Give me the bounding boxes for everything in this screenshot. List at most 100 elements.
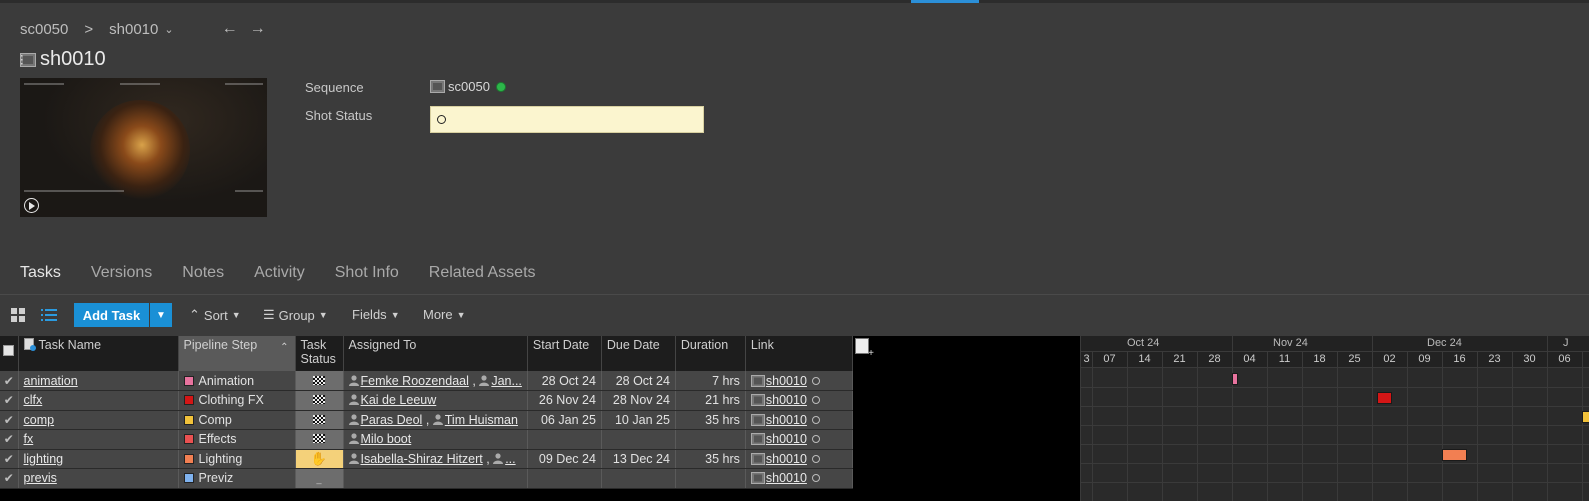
pipeline-step-cell[interactable]: Lighting [178,449,296,469]
col-duration[interactable]: Duration [675,336,746,371]
task-status-cell[interactable]: _ [295,468,344,489]
col-due-date[interactable]: Due Date [601,336,676,371]
row-check-cell[interactable]: ✔ [0,371,19,391]
shot-link[interactable]: sh0010 [766,471,807,485]
due-date-cell[interactable]: 28 Nov 24 [601,390,676,411]
row-check-cell[interactable]: ✔ [0,429,19,450]
row-check-cell[interactable]: ✔ [0,410,19,430]
col-pipeline-step[interactable]: Pipeline Step ⌃ [178,336,296,371]
task-name-cell[interactable]: clfx [18,390,179,411]
link-cell[interactable]: sh0010 [745,390,853,411]
shot-link[interactable]: sh0010 [766,432,807,446]
sort-button[interactable]: ⌃ Sort ▼ [189,307,241,323]
task-name-cell[interactable]: lighting [18,449,179,469]
start-date-cell[interactable]: 06 Jan 25 [527,410,602,430]
task-status-cell[interactable] [295,390,344,411]
assignee-link[interactable]: Paras Deol [361,413,423,427]
pipeline-step-cell[interactable]: Previz [178,468,296,489]
duration-cell[interactable]: 21 hrs [675,390,746,411]
duration-cell[interactable]: 35 hrs [675,410,746,430]
col-assigned-to[interactable]: Assigned To [343,336,528,371]
tab-versions[interactable]: Versions [91,264,152,282]
assignee-link[interactable]: Isabella-Shiraz Hitzert [361,452,483,466]
link-cell[interactable]: sh0010 [745,410,853,430]
start-date-cell[interactable] [527,468,602,489]
add-task-button[interactable]: Add Task [74,303,149,327]
shot-link[interactable]: sh0010 [766,393,807,407]
assigned-to-cell[interactable]: Paras Deol , Tim Huisman [343,410,528,430]
shot-link[interactable]: sh0010 [766,452,807,466]
pipeline-step-cell[interactable]: Comp [178,410,296,430]
play-icon[interactable] [24,198,39,213]
assigned-to-cell[interactable]: Milo boot [343,429,528,450]
tab-shot-info[interactable]: Shot Info [335,264,399,282]
task-name-link[interactable]: lighting [24,452,64,466]
table-row[interactable]: ✔ comp Comp Paras Deol , Tim Huisman 06 Jan … [0,410,853,430]
gantt-task-bar[interactable] [1582,411,1589,423]
assignee-link[interactable]: Tim Huisman [445,413,518,427]
start-date-cell[interactable] [527,429,602,450]
shot-thumbnail[interactable] [20,78,267,217]
row-check-cell[interactable]: ✔ [0,390,19,411]
pipeline-step-cell[interactable]: Effects [178,429,296,450]
due-date-cell[interactable] [601,429,676,450]
assignee-link[interactable]: Jan... [491,374,522,388]
link-cell[interactable]: sh0010 [745,429,853,450]
link-cell[interactable]: sh0010 [745,449,853,469]
due-date-cell[interactable] [601,468,676,489]
assignee-link[interactable]: Kai de Leeuw [361,393,437,407]
add-task-dropdown[interactable]: ▼ [150,303,172,327]
assigned-to-cell[interactable]: Femke Roozendaal , Jan... [343,371,528,391]
duration-cell[interactable]: 7 hrs [675,371,746,391]
task-name-link[interactable]: fx [24,432,34,446]
table-row[interactable]: ✔ fx Effects Milo boot sh0010 [0,429,853,450]
link-cell[interactable]: sh0010 [745,468,853,489]
table-row[interactable]: ✔ animation Animation Femke Roozendaal , Ja… [0,371,853,391]
start-date-cell[interactable]: 09 Dec 24 [527,449,602,469]
tab-activity[interactable]: Activity [254,264,305,282]
gantt-task-bar[interactable] [1232,373,1238,385]
task-status-cell[interactable] [295,410,344,430]
gantt-task-bar[interactable] [1377,392,1392,404]
breadcrumb-sequence[interactable]: sc0050 [20,21,68,38]
tab-tasks[interactable]: Tasks [20,264,61,282]
shot-link[interactable]: sh0010 [766,413,807,427]
sequence-value[interactable]: sc0050 [430,79,506,94]
tab-related-assets[interactable]: Related Assets [429,264,536,282]
task-status-cell[interactable] [295,429,344,450]
task-name-cell[interactable]: fx [18,429,179,450]
assignee-link[interactable]: ... [505,452,515,466]
shot-status-field[interactable] [430,106,704,133]
col-link[interactable]: Link [745,336,853,371]
grid-view-icon[interactable] [11,308,25,322]
row-check-cell[interactable]: ✔ [0,468,19,489]
row-check-cell[interactable]: ✔ [0,449,19,469]
duration-cell[interactable]: 35 hrs [675,449,746,469]
task-status-cell[interactable]: ✋ [295,449,344,469]
shot-link[interactable]: sh0010 [766,374,807,388]
assigned-to-cell[interactable] [343,468,528,489]
select-all-checkbox[interactable] [3,345,14,356]
col-task-status[interactable]: Task Status [295,336,344,371]
assignee-link[interactable]: Milo boot [361,432,412,446]
gantt-task-bar[interactable] [1442,449,1467,461]
duration-cell[interactable] [675,468,746,489]
due-date-cell[interactable]: 10 Jan 25 [601,410,676,430]
start-date-cell[interactable]: 26 Nov 24 [527,390,602,411]
forward-arrow-icon[interactable]: → [250,20,266,38]
back-arrow-icon[interactable]: ← [222,20,238,38]
fields-button[interactable]: Fields ▼ [352,307,400,322]
sequence-value-text[interactable]: sc0050 [448,79,490,94]
assigned-to-cell[interactable]: Isabella-Shiraz Hitzert , ... [343,449,528,469]
task-name-cell[interactable]: animation [18,371,179,391]
table-row[interactable]: ✔ clfx Clothing FX Kai de Leeuw 26 Nov 24 28 … [0,390,853,411]
due-date-cell[interactable]: 13 Dec 24 [601,449,676,469]
assigned-to-cell[interactable]: Kai de Leeuw [343,390,528,411]
breadcrumb-shot[interactable]: sh0010 [109,21,158,38]
col-start-date[interactable]: Start Date [527,336,602,371]
list-view-icon[interactable] [41,308,57,322]
tab-notes[interactable]: Notes [182,264,224,282]
duration-cell[interactable] [675,429,746,450]
task-name-link[interactable]: animation [24,374,78,388]
chevron-down-icon[interactable]: ⌄ [164,23,173,36]
